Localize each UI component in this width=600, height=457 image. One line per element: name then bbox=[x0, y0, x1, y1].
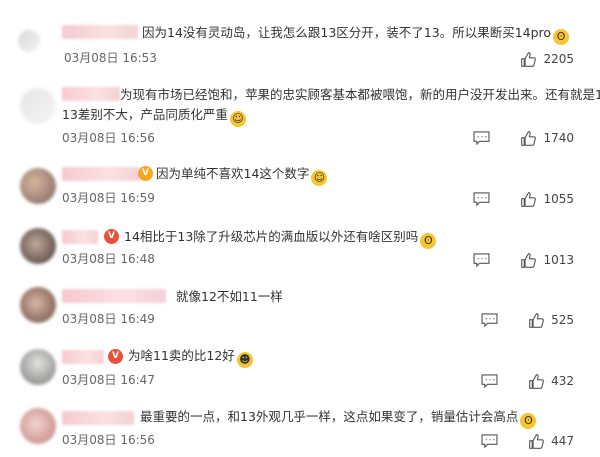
comment-text: 最重要的一点，和13外观几乎一样，这点如果变了，销量估计会高点 ʘ bbox=[140, 405, 600, 429]
comment-date: 03月08日 16:56 bbox=[62, 433, 155, 447]
avatar[interactable] bbox=[20, 168, 56, 204]
like-button[interactable]: 2205 bbox=[520, 51, 574, 68]
comment-actions: 1055 bbox=[473, 190, 574, 208]
username[interactable] bbox=[62, 289, 166, 303]
like-count: 447 bbox=[551, 434, 574, 448]
avatar[interactable] bbox=[20, 349, 56, 385]
comment-text-content: 13差别不大，产品同质化严重 bbox=[62, 107, 228, 122]
comment-text-content: 14相比于13除了升级芯片的满血版以外还有啥区别吗 bbox=[124, 229, 419, 244]
username[interactable] bbox=[62, 230, 98, 244]
like-button[interactable]: 447 bbox=[528, 433, 574, 450]
comment-text: 因为单纯不喜欢14这个数字 ☺ bbox=[156, 162, 600, 186]
reply-icon[interactable] bbox=[473, 253, 490, 267]
comment-text-content: 为现有市场已经饱和，苹果的忠实顾客基本都被喂饱，新的用户没开发出来。还有就是14… bbox=[120, 87, 600, 102]
like-count: 432 bbox=[551, 374, 574, 388]
comment-date: 03月08日 16:59 bbox=[62, 191, 155, 205]
thumbs-up-icon bbox=[529, 373, 544, 389]
username[interactable] bbox=[62, 87, 120, 101]
pouting-face-emoji-icon: ʘ bbox=[420, 233, 437, 249]
comment-date: 03月08日 16:47 bbox=[62, 373, 155, 387]
comment-date: 03月08日 16:48 bbox=[62, 252, 155, 266]
thumbs-up-icon bbox=[529, 312, 544, 328]
like-count: 1013 bbox=[543, 253, 574, 267]
comment-actions: 432 bbox=[481, 372, 574, 390]
comment-text-content: 因为单纯不喜欢14这个数字 bbox=[156, 166, 310, 181]
thumbs-up-icon bbox=[521, 51, 537, 67]
comment-item: 最重要的一点，和13外观几乎一样，这点如果变了，销量估计会高点 ʘ 03月08日 … bbox=[0, 405, 600, 457]
username[interactable] bbox=[62, 411, 134, 425]
like-button[interactable]: 525 bbox=[528, 312, 574, 329]
like-count: 2205 bbox=[543, 52, 574, 66]
laughing-face-emoji-icon: ☻ bbox=[236, 352, 253, 368]
comment-item: 因为14没有灵动岛，让我怎么跟13区分开，装不了13。所以果断买14pro ʘ 0… bbox=[0, 0, 600, 67]
comment-text: 因为14没有灵动岛，让我怎么跟13区分开，装不了13。所以果断买14pro ʘ bbox=[142, 21, 600, 45]
comment-item: V 14相比于13除了升级芯片的满血版以外还有啥区别吗 ʘ 03月08日 16:4… bbox=[0, 225, 600, 275]
reply-icon[interactable] bbox=[481, 434, 498, 448]
like-button[interactable]: 432 bbox=[528, 373, 574, 390]
thumbs-up-icon bbox=[529, 433, 544, 449]
comment-item: 为现有市场已经饱和，苹果的忠实顾客基本都被喂饱，新的用户没开发出来。还有就是14… bbox=[0, 80, 600, 150]
comment-actions: 447 bbox=[481, 432, 574, 450]
like-count: 525 bbox=[551, 313, 574, 327]
comment-actions: 525 bbox=[481, 311, 574, 329]
comment-text: 为啥11卖的比12好 ☻ bbox=[128, 344, 600, 368]
avatar[interactable] bbox=[20, 88, 56, 124]
like-button[interactable]: 1740 bbox=[520, 130, 574, 147]
comment-item: V 为啥11卖的比12好 ☻ 03月08日 16:47 432 bbox=[0, 342, 600, 392]
like-count: 1740 bbox=[543, 131, 574, 145]
comment-actions: 1740 bbox=[473, 129, 574, 147]
comment-text: 14相比于13除了升级芯片的满血版以外还有啥区别吗 ʘ bbox=[124, 225, 600, 249]
thumbs-up-icon bbox=[521, 252, 537, 268]
reply-icon[interactable] bbox=[481, 374, 498, 388]
comment-text-content: 因为14没有灵动岛，让我怎么跟13区分开，装不了13。所以果断买14pro bbox=[142, 25, 552, 40]
comment-text-content: 为啥11卖的比12好 bbox=[128, 348, 235, 363]
like-count: 1055 bbox=[543, 192, 574, 206]
verified-badge-icon: V bbox=[104, 229, 119, 244]
reply-icon[interactable] bbox=[473, 192, 490, 206]
comment-text-content: 就像12不如11一样 bbox=[176, 289, 283, 304]
comment-date: 03月08日 16:49 bbox=[62, 312, 155, 326]
verified-badge-icon: V bbox=[138, 166, 153, 181]
reply-icon[interactable] bbox=[481, 313, 498, 327]
like-button[interactable]: 1055 bbox=[520, 191, 574, 208]
reply-icon[interactable] bbox=[473, 131, 490, 145]
comment-date: 03月08日 16:53 bbox=[64, 51, 157, 65]
avatar[interactable] bbox=[18, 30, 40, 52]
avatar[interactable] bbox=[20, 228, 56, 264]
like-button[interactable]: 1013 bbox=[520, 252, 574, 269]
comment-date: 03月08日 16:56 bbox=[62, 131, 155, 145]
comment-text-content: 最重要的一点，和13外观几乎一样，这点如果变了，销量估计会高点 bbox=[140, 409, 519, 424]
pouting-face-emoji-icon: ʘ bbox=[553, 29, 570, 45]
thumbs-up-icon bbox=[521, 130, 537, 146]
comment-text: 就像12不如11一样 bbox=[176, 285, 600, 308]
username[interactable] bbox=[62, 25, 138, 39]
hug-face-emoji-icon: ☺ bbox=[311, 170, 328, 186]
avatar[interactable] bbox=[20, 408, 56, 444]
pouting-face-emoji-icon: ʘ bbox=[520, 413, 537, 429]
comment-text-line2: 13差别不大，产品同质化严重 ☺ bbox=[62, 103, 582, 127]
thumbs-up-icon bbox=[521, 191, 537, 207]
comment-item: 就像12不如11一样 03月08日 16:49 525 bbox=[0, 284, 600, 334]
avatar[interactable] bbox=[20, 287, 56, 323]
comment-item: V 因为单纯不喜欢14这个数字 ☺ 03月08日 16:59 1055 bbox=[0, 160, 600, 210]
username[interactable] bbox=[62, 350, 104, 364]
comment-actions: 1013 bbox=[473, 251, 574, 269]
comment-actions: 2205 bbox=[520, 50, 574, 68]
verified-badge-icon: V bbox=[108, 349, 123, 364]
username[interactable] bbox=[62, 167, 140, 181]
hug-face-emoji-icon: ☺ bbox=[229, 111, 246, 127]
